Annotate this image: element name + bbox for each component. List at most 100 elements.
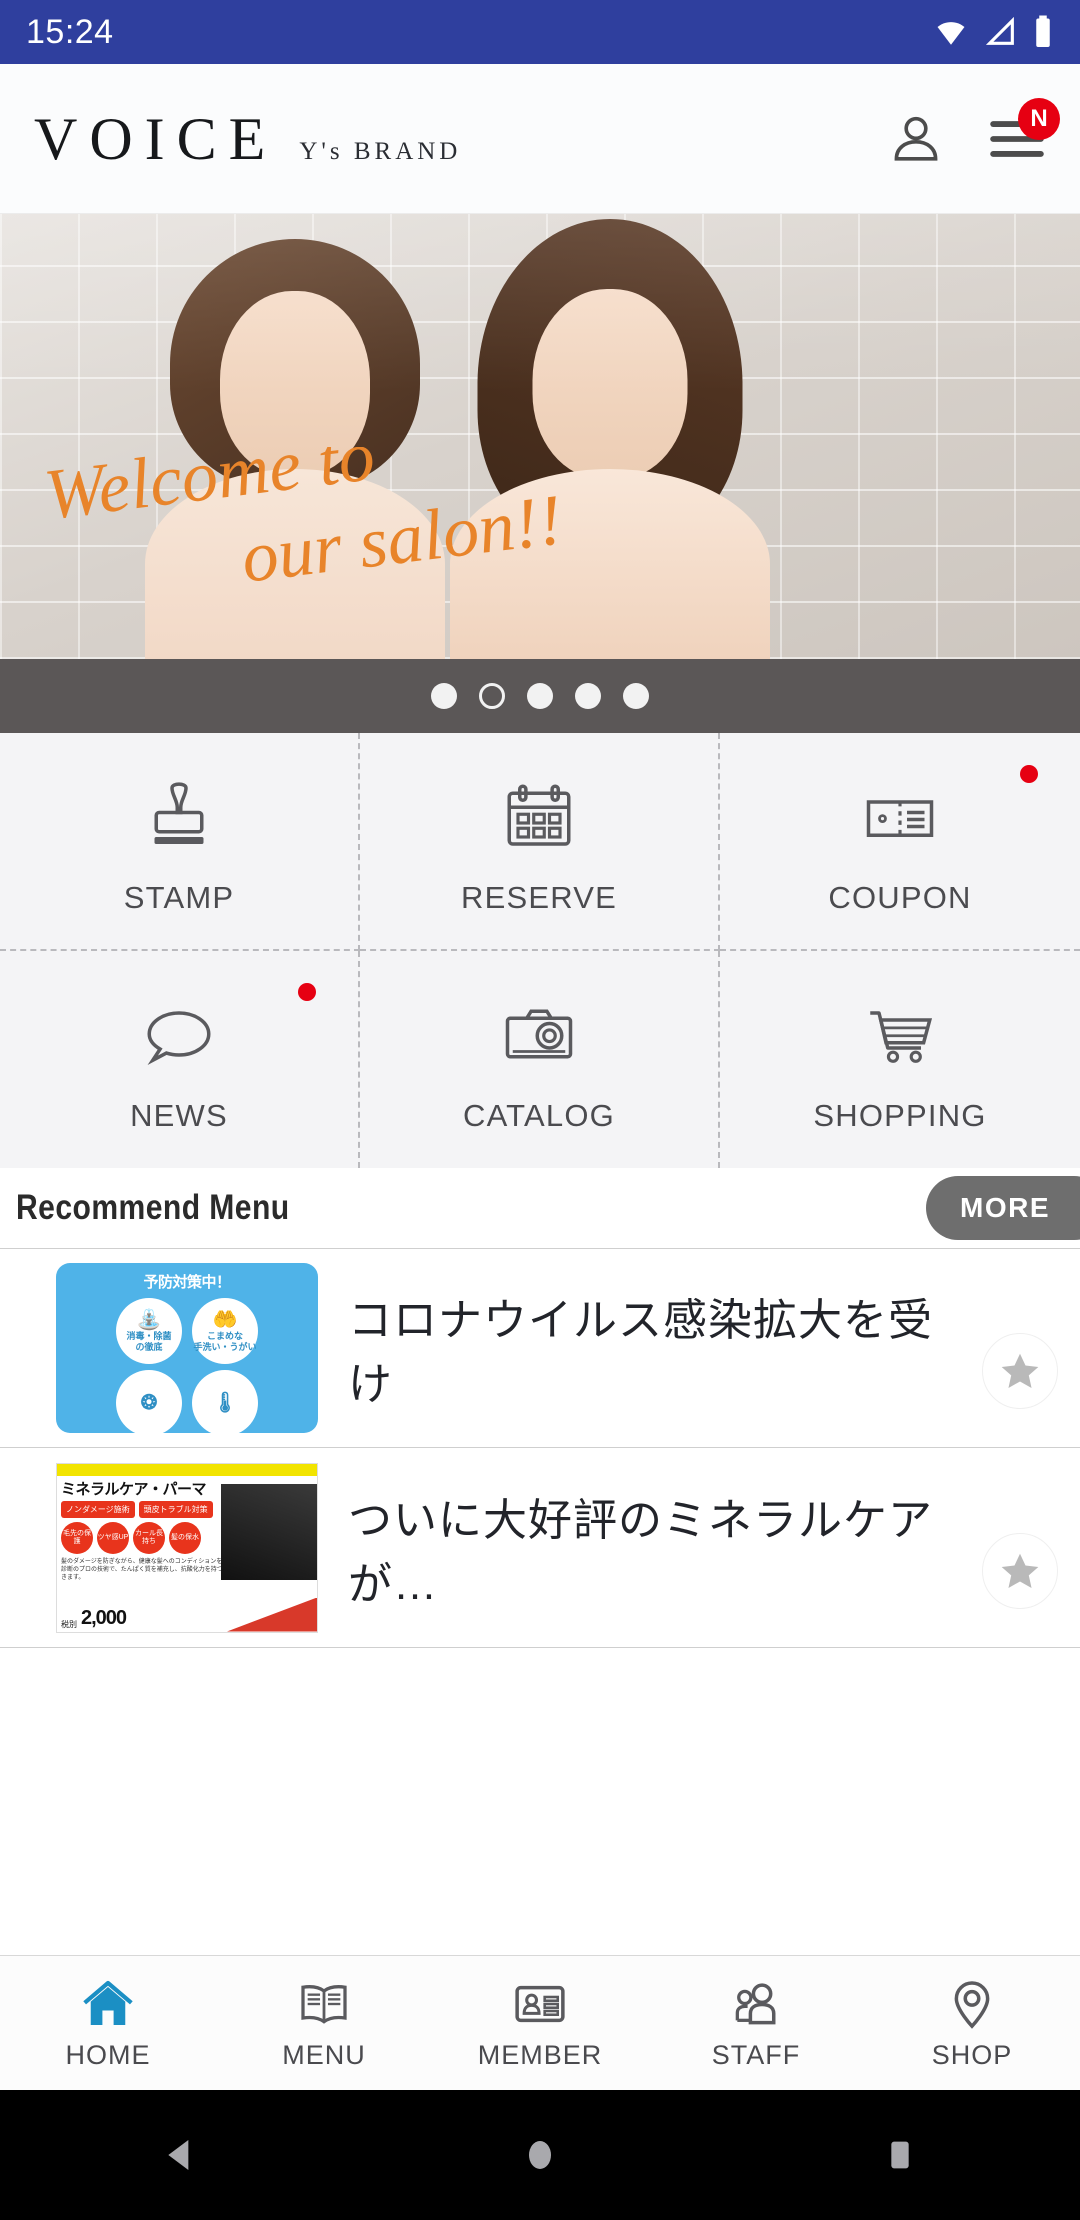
recommend-list: 予防対策中！ ⛲消毒・除菌の徹底 🤲こまめな手洗い・うがい ❂ 🌡 — [0, 1248, 1080, 1955]
carousel-dot-2[interactable] — [479, 683, 505, 709]
thumb-pill: 毛先の保護 — [61, 1522, 93, 1554]
list-item-thumbnail: ミネラルケア・パーマ ノンダメージ施術 頭皮トラブル対策 毛先の保護 ツヤ感UP… — [56, 1463, 318, 1633]
thumb-photo — [221, 1484, 317, 1580]
speech-bubble-icon — [137, 992, 221, 1076]
carousel-dot-5[interactable] — [623, 683, 649, 709]
thumb-price: 税別 2,000 — [61, 1607, 313, 1630]
app-header: VOICE Y's BRAND N — [0, 64, 1080, 214]
map-pin-icon — [941, 1976, 1003, 2032]
android-navigation-bar — [0, 2090, 1080, 2220]
list-item[interactable]: 予防対策中！ ⛲消毒・除菌の徹底 🤲こまめな手洗い・うがい ❂ 🌡 — [0, 1248, 1080, 1448]
grid-item-label: SHOPPING — [813, 1098, 986, 1134]
brand-logo[interactable]: VOICE Y's BRAND — [34, 109, 461, 169]
ventilation-icon: ❂ — [141, 1393, 158, 1413]
battery-icon — [1032, 14, 1054, 50]
quick-action-grid: STAMP RESERVE — [0, 733, 1080, 1168]
page-title: Recommend Menu — [16, 1188, 290, 1228]
favorite-button[interactable] — [982, 1533, 1058, 1609]
nav-item-home[interactable]: HOME — [0, 1956, 216, 2090]
open-book-icon — [293, 1976, 355, 2032]
nav-item-menu[interactable]: MENU — [216, 1956, 432, 2090]
wifi-icon — [932, 15, 970, 49]
nav-item-staff[interactable]: STAFF — [648, 1956, 864, 2090]
account-button[interactable] — [888, 111, 944, 167]
thumb-pill: カール長持ち — [133, 1522, 165, 1554]
grid-item-label: CATALOG — [463, 1098, 615, 1134]
thumb-tag: ノンダメージ施術 — [61, 1501, 135, 1518]
house-icon — [77, 1976, 139, 2032]
list-item-title: ついに大好評のミネラルケアが… — [348, 1484, 952, 1612]
list-item-title: コロナウイルス感染拡大を受け — [348, 1284, 952, 1412]
status-bar-clock: 15:24 — [26, 13, 114, 52]
square-recents-icon — [880, 2132, 920, 2178]
recommend-section-header: Recommend Menu MORE — [0, 1168, 1080, 1248]
grid-item-label: COUPON — [828, 880, 971, 916]
list-item-thumbnail: 予防対策中！ ⛲消毒・除菌の徹底 🤲こまめな手洗い・うがい ❂ 🌡 — [56, 1263, 318, 1433]
grid-item-label: RESERVE — [461, 880, 617, 916]
stamp-icon — [137, 774, 221, 858]
nav-item-label: STAFF — [712, 2040, 801, 2071]
nav-item-label: HOME — [66, 2040, 151, 2071]
coupon-ticket-icon — [858, 774, 942, 858]
grid-item-label: NEWS — [130, 1098, 228, 1134]
list-item[interactable]: ミネラルケア・パーマ ノンダメージ施術 頭皮トラブル対策 毛先の保護 ツヤ感UP… — [0, 1448, 1080, 1648]
status-bar: 15:24 — [0, 0, 1080, 64]
shopping-cart-icon — [858, 992, 942, 1076]
thumb-icon-cell: 🤲こまめな手洗い・うがい — [192, 1298, 258, 1364]
person-icon — [888, 111, 944, 167]
hero-overlay — [0, 214, 1080, 659]
carousel-dot-1[interactable] — [431, 683, 457, 709]
grid-item-catalog[interactable]: CATALOG — [360, 951, 720, 1169]
triangle-back-icon — [160, 2132, 200, 2178]
grid-item-shopping[interactable]: SHOPPING — [720, 951, 1080, 1169]
handwash-icon: 🤲 — [213, 1310, 238, 1330]
people-icon — [725, 1976, 787, 2032]
nav-item-label: SHOP — [932, 2040, 1013, 2071]
more-button[interactable]: MORE — [926, 1176, 1080, 1240]
grid-item-news[interactable]: NEWS — [0, 951, 360, 1169]
nav-item-member[interactable]: MEMBER — [432, 1956, 648, 2090]
stamp-icon-wrap — [137, 766, 221, 858]
thermometer-icon: 🌡 — [212, 1393, 237, 1413]
android-back-button[interactable] — [120, 2132, 240, 2178]
grid-item-reserve[interactable]: RESERVE — [360, 733, 720, 951]
menu-notification-badge: N — [1018, 98, 1060, 140]
favorite-button[interactable] — [982, 1333, 1058, 1409]
thumb-band — [57, 1464, 317, 1476]
coupon-notification-dot — [1020, 765, 1038, 783]
nav-item-label: MENU — [282, 2040, 366, 2071]
thumb-icon-row: ⛲消毒・除菌の徹底 🤲こまめな手洗い・うがい — [66, 1298, 308, 1364]
thumb-icon-cell: ⛲消毒・除菌の徹底 — [116, 1298, 182, 1364]
circle-home-icon — [520, 2132, 560, 2178]
android-home-button[interactable] — [480, 2132, 600, 2178]
calendar-icon-wrap — [497, 766, 581, 858]
camera-icon — [497, 992, 581, 1076]
menu-button[interactable]: N — [988, 116, 1046, 162]
star-icon — [998, 1549, 1042, 1593]
coupon-icon-wrap — [858, 766, 942, 858]
calendar-icon — [497, 774, 581, 858]
thumb-headline: 予防対策中！ — [66, 1271, 308, 1292]
logo-secondary-text: Y's BRAND — [299, 138, 461, 166]
carousel-dot-3[interactable] — [527, 683, 553, 709]
logo-primary-text: VOICE — [34, 109, 277, 169]
hero-photo — [0, 214, 1080, 659]
carousel-indicator[interactable] — [0, 659, 1080, 733]
news-icon-wrap — [137, 984, 221, 1076]
news-notification-dot — [298, 983, 316, 1001]
sanitizer-icon: ⛲ — [137, 1310, 162, 1330]
status-bar-icons — [932, 14, 1054, 50]
carousel-dot-4[interactable] — [575, 683, 601, 709]
phone-screen: 15:24 VOICE Y's BRAND — [0, 0, 1080, 2220]
nav-item-shop[interactable]: SHOP — [864, 1956, 1080, 2090]
hero-carousel[interactable]: Welcome to our salon!! — [0, 214, 1080, 659]
thumb-icon-row-2: ❂ 🌡 — [66, 1370, 308, 1433]
bottom-navigation: HOME MENU ME — [0, 1955, 1080, 2090]
thumb-tag: 頭皮トラブル対策 — [139, 1501, 213, 1518]
android-recents-button[interactable] — [840, 2132, 960, 2178]
grid-item-coupon[interactable]: COUPON — [720, 733, 1080, 951]
thumb-pill: ツヤ感UP — [97, 1522, 129, 1554]
catalog-icon-wrap — [497, 984, 581, 1076]
grid-item-stamp[interactable]: STAMP — [0, 733, 360, 951]
thumb-price-label: 税別 — [61, 1619, 77, 1630]
